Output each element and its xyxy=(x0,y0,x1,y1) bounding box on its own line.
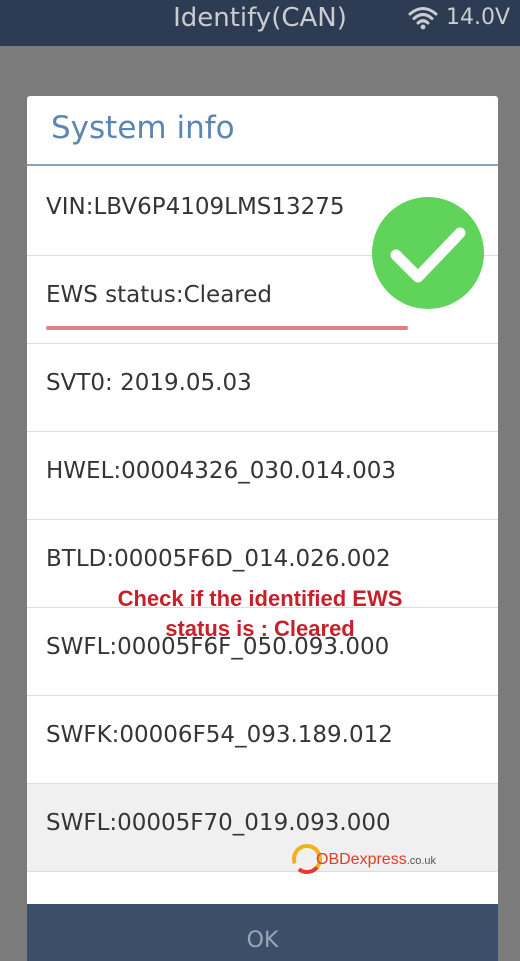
checkmark-icon xyxy=(372,197,484,309)
info-row-svt0[interactable]: SVT0: 2019.05.03 xyxy=(27,344,498,432)
annotation-note: Check if the identified EWS status is : … xyxy=(90,584,430,644)
highlight-underline xyxy=(46,326,408,330)
info-row-swfk[interactable]: SWFK:00006F54_093.189.012 xyxy=(27,696,498,784)
dialog-header: System info xyxy=(27,96,498,166)
ok-button[interactable]: OK xyxy=(27,904,498,961)
watermark: OBDexpress.co.uk xyxy=(290,840,450,880)
watermark-text: OBDexpress.co.uk xyxy=(316,851,436,869)
watermark-tld: .co.uk xyxy=(406,855,437,867)
wifi-icon xyxy=(408,7,438,30)
dialog-title: System info xyxy=(51,110,235,146)
info-row-text: HWEL:00004326_030.014.003 xyxy=(46,458,397,484)
info-row-hwel[interactable]: HWEL:00004326_030.014.003 xyxy=(27,432,498,520)
info-row-text: SWFL:00005F70_019.093.000 xyxy=(46,810,391,836)
screen-title: Identify(CAN) xyxy=(173,3,347,33)
info-row-text: SVT0: 2019.05.03 xyxy=(46,370,252,396)
screen: Identify(CAN) 14.0V System info VIN:LBV6… xyxy=(0,0,520,961)
annotation-line-2: status is : Cleared xyxy=(165,616,355,641)
voltage-readout: 14.0V xyxy=(446,5,511,30)
annotation-line-1: Check if the identified EWS xyxy=(117,586,403,611)
info-row-text: BTLD:00005F6D_014.026.002 xyxy=(46,546,391,572)
watermark-brand: OBDexpress xyxy=(316,851,407,868)
ok-button-label: OK xyxy=(246,928,279,953)
info-row-text: SWFK:00006F54_093.189.012 xyxy=(46,722,393,748)
info-row-text: EWS status:Cleared xyxy=(46,282,273,308)
info-row-text: VIN:LBV6P4109LMS13275 xyxy=(46,194,345,220)
status-bar: Identify(CAN) 14.0V xyxy=(0,0,520,46)
